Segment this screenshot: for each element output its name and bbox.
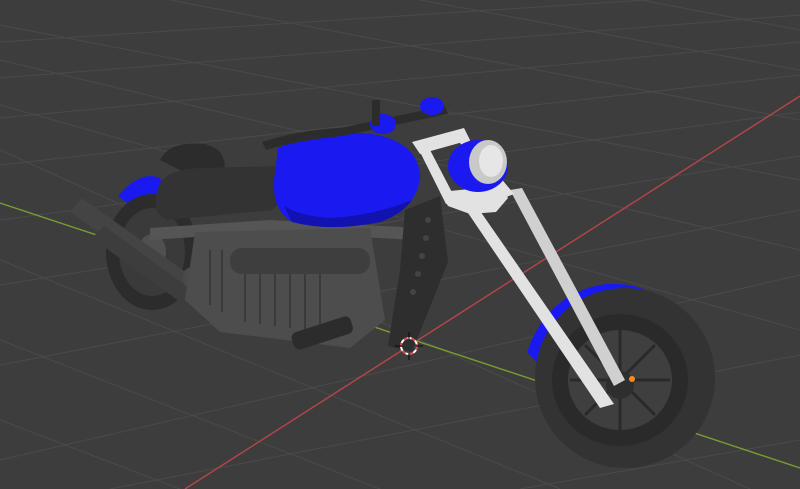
motorcycle-model[interactable] bbox=[70, 97, 715, 468]
front-wheel[interactable] bbox=[535, 288, 715, 468]
headlight[interactable] bbox=[448, 140, 508, 192]
engine[interactable] bbox=[185, 228, 385, 351]
viewport-canvas[interactable] bbox=[0, 0, 800, 489]
3d-viewport[interactable] bbox=[0, 0, 800, 489]
right-mirror bbox=[420, 97, 444, 115]
seat[interactable] bbox=[155, 143, 286, 220]
fuel-tank[interactable] bbox=[273, 132, 420, 227]
object-origin-icon[interactable] bbox=[629, 376, 635, 382]
